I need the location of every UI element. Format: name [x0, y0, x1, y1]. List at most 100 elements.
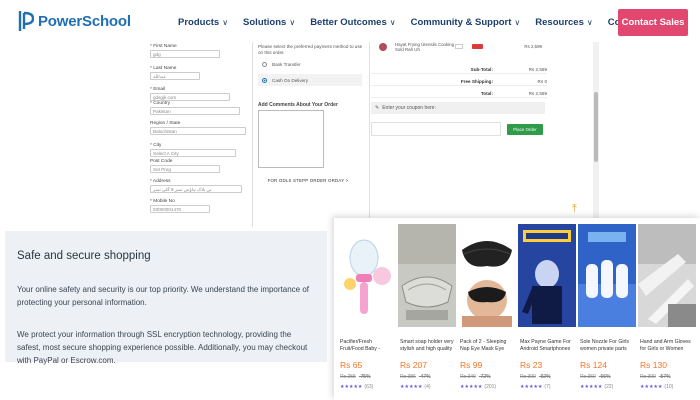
product-image — [518, 224, 576, 327]
contact-sales-button[interactable]: Contact Sales — [618, 9, 688, 36]
review-count: (22) — [604, 384, 614, 390]
nav-label: Solutions — [243, 17, 287, 28]
product-card[interactable]: Pacifier/Fresh Fruit/Food Baby - Feeding… — [338, 224, 396, 394]
confirm-order-button[interactable]: FOR ODLS STEPP ORDER ORDAY > — [258, 176, 358, 185]
scrollbar-thumb[interactable] — [594, 92, 598, 162]
field-label: * City — [150, 143, 162, 148]
email-field: * Email gdsgjk.com — [150, 87, 242, 101]
first-name-field: * First Name gdg — [150, 44, 242, 58]
product-card[interactable]: Pack of 2 - Sleeping Nap Eye Mask Eye Sh… — [458, 224, 516, 394]
last-name-input[interactable]: عبدالله — [150, 72, 200, 80]
city-field: * City Select A City — [150, 143, 242, 157]
column-divider — [252, 42, 253, 227]
old-price-value: Rs 300 — [520, 374, 536, 380]
payment-option-bank-transfer[interactable]: Bank Transfer — [258, 58, 362, 70]
remove-item-button[interactable] — [472, 44, 483, 49]
payment-option-cash-on-delivery[interactable]: Cash On Delivery — [258, 74, 362, 86]
mobile-input[interactable]: 03000001470 — [150, 205, 210, 213]
safe-shopping-paragraph: Your online safety and security is our t… — [17, 285, 310, 307]
radio-button[interactable] — [262, 61, 267, 67]
old-price-value: Rs 349 — [460, 374, 476, 380]
checkout-screenshot: * First Name gdg * Last Name عبدالله * Ema… — [142, 42, 602, 227]
game-cover-icon — [518, 224, 576, 327]
review-count: (201) — [484, 384, 497, 390]
chevron-down-icon: ∨ — [586, 18, 593, 27]
brand-logo[interactable]: PowerSchool — [18, 9, 131, 33]
rating-stars: ★★★★★ (63) — [340, 384, 373, 390]
product-old-price: Rs 349 -72% — [460, 374, 491, 380]
chevron-down-icon: ∨ — [389, 18, 396, 27]
billing-form: * First Name gdg * Last Name عبدالله * Ema… — [142, 42, 250, 227]
star-icons: ★★★★★ — [520, 384, 543, 390]
field-label: * Email — [150, 87, 166, 92]
payment-note: Please select the preferred payment meth… — [258, 44, 363, 55]
discount-badge: -92% — [538, 374, 551, 380]
summary-label: Sub-Total: — [470, 66, 493, 72]
product-card[interactable]: Smart soap holder very stylish and high … — [398, 224, 456, 394]
product-price: Rs 65 — [340, 360, 363, 370]
post-code-input[interactable]: Set Prog — [150, 165, 220, 173]
scroll-top-icon[interactable]: ⤒ — [572, 203, 577, 216]
country-select[interactable]: Pakistan — [150, 107, 240, 115]
product-old-price: Rs 360 -66% — [580, 374, 611, 380]
post-code-field: Post Code Set Prog — [150, 159, 242, 173]
place-order-button[interactable]: Place Order — [507, 124, 543, 135]
nav-label: Products — [178, 17, 220, 28]
site-header: PowerSchool Products ∨ Solutions ∨ Better … — [0, 0, 700, 46]
field-label: Post Code — [150, 159, 173, 164]
star-icons: ★★★★★ — [400, 384, 423, 390]
product-image — [578, 224, 636, 327]
product-info: Hayat Frying Utensils Cooking Sold Rah U… — [395, 42, 455, 52]
payment-option-label: Cash On Delivery — [272, 77, 308, 83]
quantity-input[interactable] — [455, 44, 463, 49]
product-old-price: Rs 300 -92% — [520, 374, 551, 380]
city-select[interactable]: Select A City — [150, 149, 236, 157]
main-nav: Products ∨ Solutions ∨ Better Outcomes ∨ Co… — [178, 17, 660, 28]
field-label: * Address — [150, 179, 171, 184]
product-card[interactable]: Sole Nozzle For Girls women private part… — [578, 224, 636, 394]
summary-total: Total: Rs 2,599 — [371, 89, 547, 98]
rating-stars: ★★★★★ (201) — [460, 384, 496, 390]
comments-textarea[interactable] — [258, 110, 324, 168]
product-card[interactable]: Hand and Arm Gloves for Girls or Women M… — [638, 224, 696, 394]
first-name-input[interactable]: gdg — [150, 50, 220, 58]
old-price-value: Rs 386 — [400, 374, 416, 380]
field-label: * Last Name — [150, 66, 177, 71]
product-seller: Sold Rah Uh — [395, 47, 420, 53]
summary-label: Free Shipping: — [460, 78, 493, 84]
field-label: * First Name — [150, 44, 177, 49]
discount-badge: -47% — [418, 374, 431, 380]
product-title: Pacifier/Fresh Fruit/Food Baby - Feeding… — [340, 339, 381, 352]
nav-community-support[interactable]: Community & Support ∨ — [411, 17, 521, 28]
nav-resources[interactable]: Resources ∨ — [535, 17, 592, 28]
rating-stars: ★★★★★ (7) — [520, 384, 551, 390]
review-count: (63) — [364, 384, 374, 390]
radio-button[interactable] — [262, 77, 267, 83]
product-old-price: Rs 386 -47% — [400, 374, 431, 380]
product-title: Max Payne Game For Android Smartphones — [520, 339, 571, 352]
scrollbar[interactable] — [593, 42, 599, 227]
product-thumbnail — [379, 43, 387, 51]
summary-value: Rs 2,599 — [528, 90, 547, 96]
rating-stars: ★★★★★ (4) — [400, 384, 431, 390]
product-title: Sole Nozzle For Girls women private part… — [580, 339, 630, 352]
brand-name: PowerSchool — [38, 12, 131, 30]
chevron-down-icon: ∨ — [289, 18, 296, 27]
nav-better-outcomes[interactable]: Better Outcomes ∨ — [310, 17, 395, 28]
coupon-label: Enter your coupon here: — [382, 105, 436, 111]
email-input[interactable]: gdsgjk.com — [150, 93, 230, 101]
nav-solutions[interactable]: Solutions ∨ — [243, 17, 295, 28]
address-field: * Address بی بلاک ہاؤس نمبر 8 گلی نمبر — [150, 179, 242, 193]
review-count: (4) — [424, 384, 431, 390]
address-input[interactable]: بی بلاک ہاؤس نمبر 8 گلی نمبر — [150, 185, 242, 193]
powerschool-logo-icon — [18, 11, 34, 31]
nav-label: Better Outcomes — [310, 17, 387, 28]
star-icons: ★★★★★ — [340, 384, 363, 390]
product-old-price: Rs 255 -75% — [340, 374, 371, 380]
nav-products[interactable]: Products ∨ — [178, 17, 228, 28]
nav-label: Resources — [535, 17, 584, 28]
coupon-input[interactable] — [371, 122, 501, 136]
region-select[interactable]: Balochistan — [150, 127, 246, 135]
product-card[interactable]: Max Payne Game For Android Smartphones R… — [518, 224, 576, 394]
discount-badge: -57% — [658, 374, 671, 380]
